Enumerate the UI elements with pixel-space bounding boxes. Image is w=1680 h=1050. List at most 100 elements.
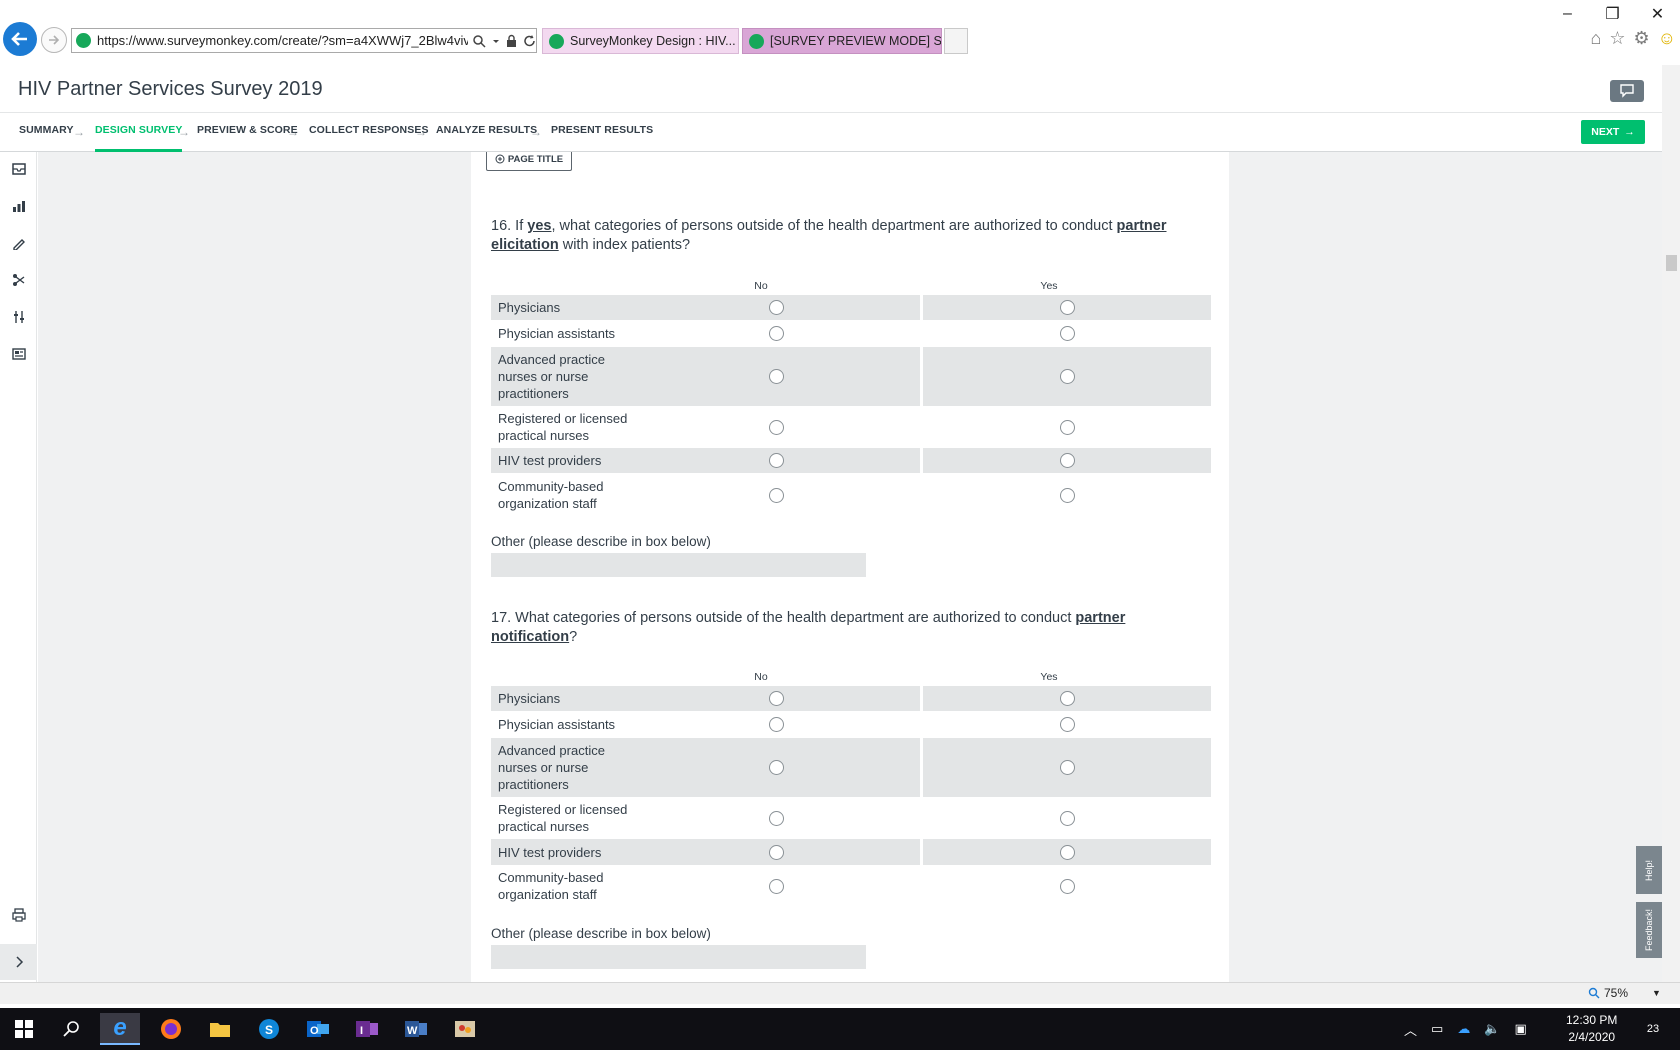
step-analyze-results[interactable]: ANALYZE RESULTS <box>436 113 537 152</box>
restore-button[interactable]: ❐ <box>1590 0 1635 28</box>
feedback-tab[interactable]: Feedback! <box>1636 902 1662 958</box>
radio-button[interactable] <box>1059 810 1075 826</box>
radio-no-cell[interactable] <box>632 347 920 406</box>
radio-button[interactable] <box>1059 326 1075 341</box>
battery-icon[interactable]: ▭ <box>1431 1021 1443 1037</box>
radio-no-cell[interactable] <box>632 320 920 347</box>
radio-no-cell[interactable] <box>632 711 920 738</box>
radio-no-cell[interactable] <box>632 406 920 448</box>
url-text[interactable]: https://www.surveymonkey.com/create/?sm=… <box>97 33 468 48</box>
radio-yes-cell[interactable] <box>923 295 1211 320</box>
radio-yes-cell[interactable] <box>923 797 1211 839</box>
chevron-down-icon[interactable] <box>492 34 500 48</box>
help-tab[interactable]: Help! <box>1636 846 1662 894</box>
radio-no-cell[interactable] <box>632 797 920 839</box>
logic-branch-icon[interactable] <box>8 269 30 291</box>
radio-yes-cell[interactable] <box>923 711 1211 738</box>
radio-button[interactable] <box>1059 453 1075 468</box>
next-button[interactable]: NEXT → <box>1581 120 1645 144</box>
radio-button[interactable] <box>1059 300 1075 315</box>
search-icon[interactable] <box>472 34 486 48</box>
step-collect-responses[interactable]: COLLECT RESPONSES <box>309 113 429 152</box>
skype-icon[interactable]: S <box>249 1013 289 1045</box>
browser-tab-design[interactable]: SurveyMonkey Design : HIV... × <box>542 28 739 54</box>
firefox-icon[interactable] <box>151 1013 191 1045</box>
onedrive-cloud-icon[interactable]: ☁ <box>1457 1021 1470 1037</box>
expand-sidebar-button[interactable] <box>0 944 37 980</box>
radio-no-cell[interactable] <box>632 473 920 517</box>
internet-explorer-icon[interactable]: e <box>100 1013 140 1045</box>
radio-button[interactable] <box>768 760 784 775</box>
radio-button[interactable] <box>1059 760 1075 775</box>
radio-button[interactable] <box>768 419 784 435</box>
notifications-button[interactable]: 23 <box>1640 1017 1666 1041</box>
question-17-text[interactable]: 17. What categories of persons outside o… <box>491 609 1191 647</box>
outlook-icon[interactable]: O <box>298 1013 338 1045</box>
radio-button[interactable] <box>1059 419 1075 435</box>
radio-yes-cell[interactable] <box>923 865 1211 907</box>
builder-tray-icon[interactable] <box>8 158 30 180</box>
radio-yes-cell[interactable] <box>923 448 1211 473</box>
question-16-text[interactable]: 16. If yes, what categories of persons o… <box>491 217 1191 255</box>
print-layout-icon[interactable] <box>8 343 30 365</box>
radio-no-cell[interactable] <box>632 448 920 473</box>
radio-button[interactable] <box>768 717 784 732</box>
radio-yes-cell[interactable] <box>923 347 1211 406</box>
new-tab-button[interactable] <box>944 28 968 54</box>
radio-button[interactable] <box>768 691 784 706</box>
zoom-control[interactable]: 75% ▼ <box>1588 986 1661 1000</box>
options-sliders-icon[interactable] <box>8 306 30 328</box>
other-text-input[interactable] <box>491 553 866 577</box>
radio-yes-cell[interactable] <box>923 320 1211 347</box>
forward-button[interactable] <box>41 27 67 53</box>
browser-tab-preview[interactable]: [SURVEY PREVIEW MODE] Surv... <box>742 28 942 54</box>
home-icon[interactable]: ⌂ <box>1590 28 1601 49</box>
gear-icon[interactable]: ⚙ <box>1633 28 1649 49</box>
step-summary[interactable]: SUMMARY <box>19 113 74 152</box>
radio-button[interactable] <box>768 300 784 315</box>
radio-button[interactable] <box>1059 844 1075 860</box>
radio-button[interactable] <box>1059 878 1075 894</box>
comments-button[interactable] <box>1610 80 1644 102</box>
volume-icon[interactable]: 🔈 <box>1484 1021 1500 1037</box>
radio-button[interactable] <box>1059 487 1075 503</box>
radio-no-cell[interactable] <box>632 686 920 711</box>
infopath-icon[interactable]: I <box>347 1013 387 1045</box>
radio-yes-cell[interactable] <box>923 839 1211 865</box>
survey-title[interactable]: HIV Partner Services Survey 2019 <box>18 77 323 101</box>
add-page-title-button[interactable]: PAGE TITLE <box>486 152 572 171</box>
step-preview-score[interactable]: PREVIEW & SCORE <box>197 113 298 152</box>
step-present-results[interactable]: PRESENT RESULTS <box>551 113 653 152</box>
radio-button[interactable] <box>768 810 784 826</box>
radio-yes-cell[interactable] <box>923 686 1211 711</box>
term-yes[interactable]: yes <box>527 218 551 234</box>
radio-button[interactable] <box>768 844 784 860</box>
radio-no-cell[interactable] <box>632 839 920 865</box>
chevron-down-icon[interactable]: ▼ <box>1652 988 1661 998</box>
back-button[interactable] <box>3 22 37 56</box>
other-text-input[interactable] <box>491 945 866 969</box>
smiley-feedback-icon[interactable]: ☺ <box>1658 28 1676 49</box>
file-explorer-icon[interactable] <box>200 1013 240 1045</box>
refresh-icon[interactable] <box>523 34 536 48</box>
radio-no-cell[interactable] <box>632 295 920 320</box>
page-scrollbar[interactable] <box>1662 65 1680 982</box>
minimize-button[interactable]: – <box>1545 0 1590 28</box>
radio-button[interactable] <box>768 369 784 384</box>
scrollbar-thumb[interactable] <box>1666 255 1677 271</box>
address-bar[interactable]: https://www.surveymonkey.com/create/?sm=… <box>71 28 537 53</box>
radio-button[interactable] <box>768 326 784 341</box>
radio-yes-cell[interactable] <box>923 738 1211 797</box>
question-17[interactable]: 17. What categories of persons outside o… <box>491 609 1211 969</box>
network-icon[interactable]: ▣ <box>1515 1021 1527 1037</box>
favorites-star-icon[interactable]: ☆ <box>1609 28 1625 49</box>
radio-no-cell[interactable] <box>632 865 920 907</box>
lock-icon[interactable] <box>506 34 517 48</box>
radio-button[interactable] <box>768 453 784 468</box>
radio-button[interactable] <box>1059 369 1075 384</box>
search-icon[interactable] <box>52 1013 92 1045</box>
question-16[interactable]: 16. If yes, what categories of persons o… <box>491 217 1211 577</box>
chevron-up-icon[interactable]: ︿ <box>1404 1020 1417 1039</box>
paint-icon[interactable] <box>445 1013 485 1045</box>
radio-button[interactable] <box>1059 717 1075 732</box>
